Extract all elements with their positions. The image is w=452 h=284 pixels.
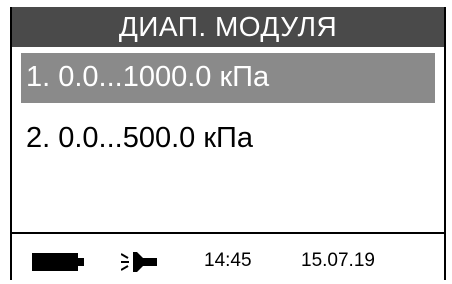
battery-icon [32, 253, 84, 271]
device-screen: ДИАП. МОДУЛЯ 1. 0.0...1000.0 кПа 2. 0.0.… [10, 7, 446, 280]
status-divider [12, 232, 444, 234]
time-label: 14:45 [204, 250, 252, 271]
menu-item-range-1000[interactable]: 1. 0.0...1000.0 кПа [21, 53, 435, 103]
screen-title: ДИАП. МОДУЛЯ [12, 7, 444, 47]
power-plug-icon [121, 252, 157, 272]
range-menu: 1. 0.0...1000.0 кПа 2. 0.0...500.0 кПа [12, 53, 444, 175]
date-label: 15.07.19 [301, 250, 375, 271]
status-bar: 14:45 15.07.19 [12, 236, 444, 280]
menu-item-range-500[interactable]: 2. 0.0...500.0 кПа [21, 114, 435, 164]
